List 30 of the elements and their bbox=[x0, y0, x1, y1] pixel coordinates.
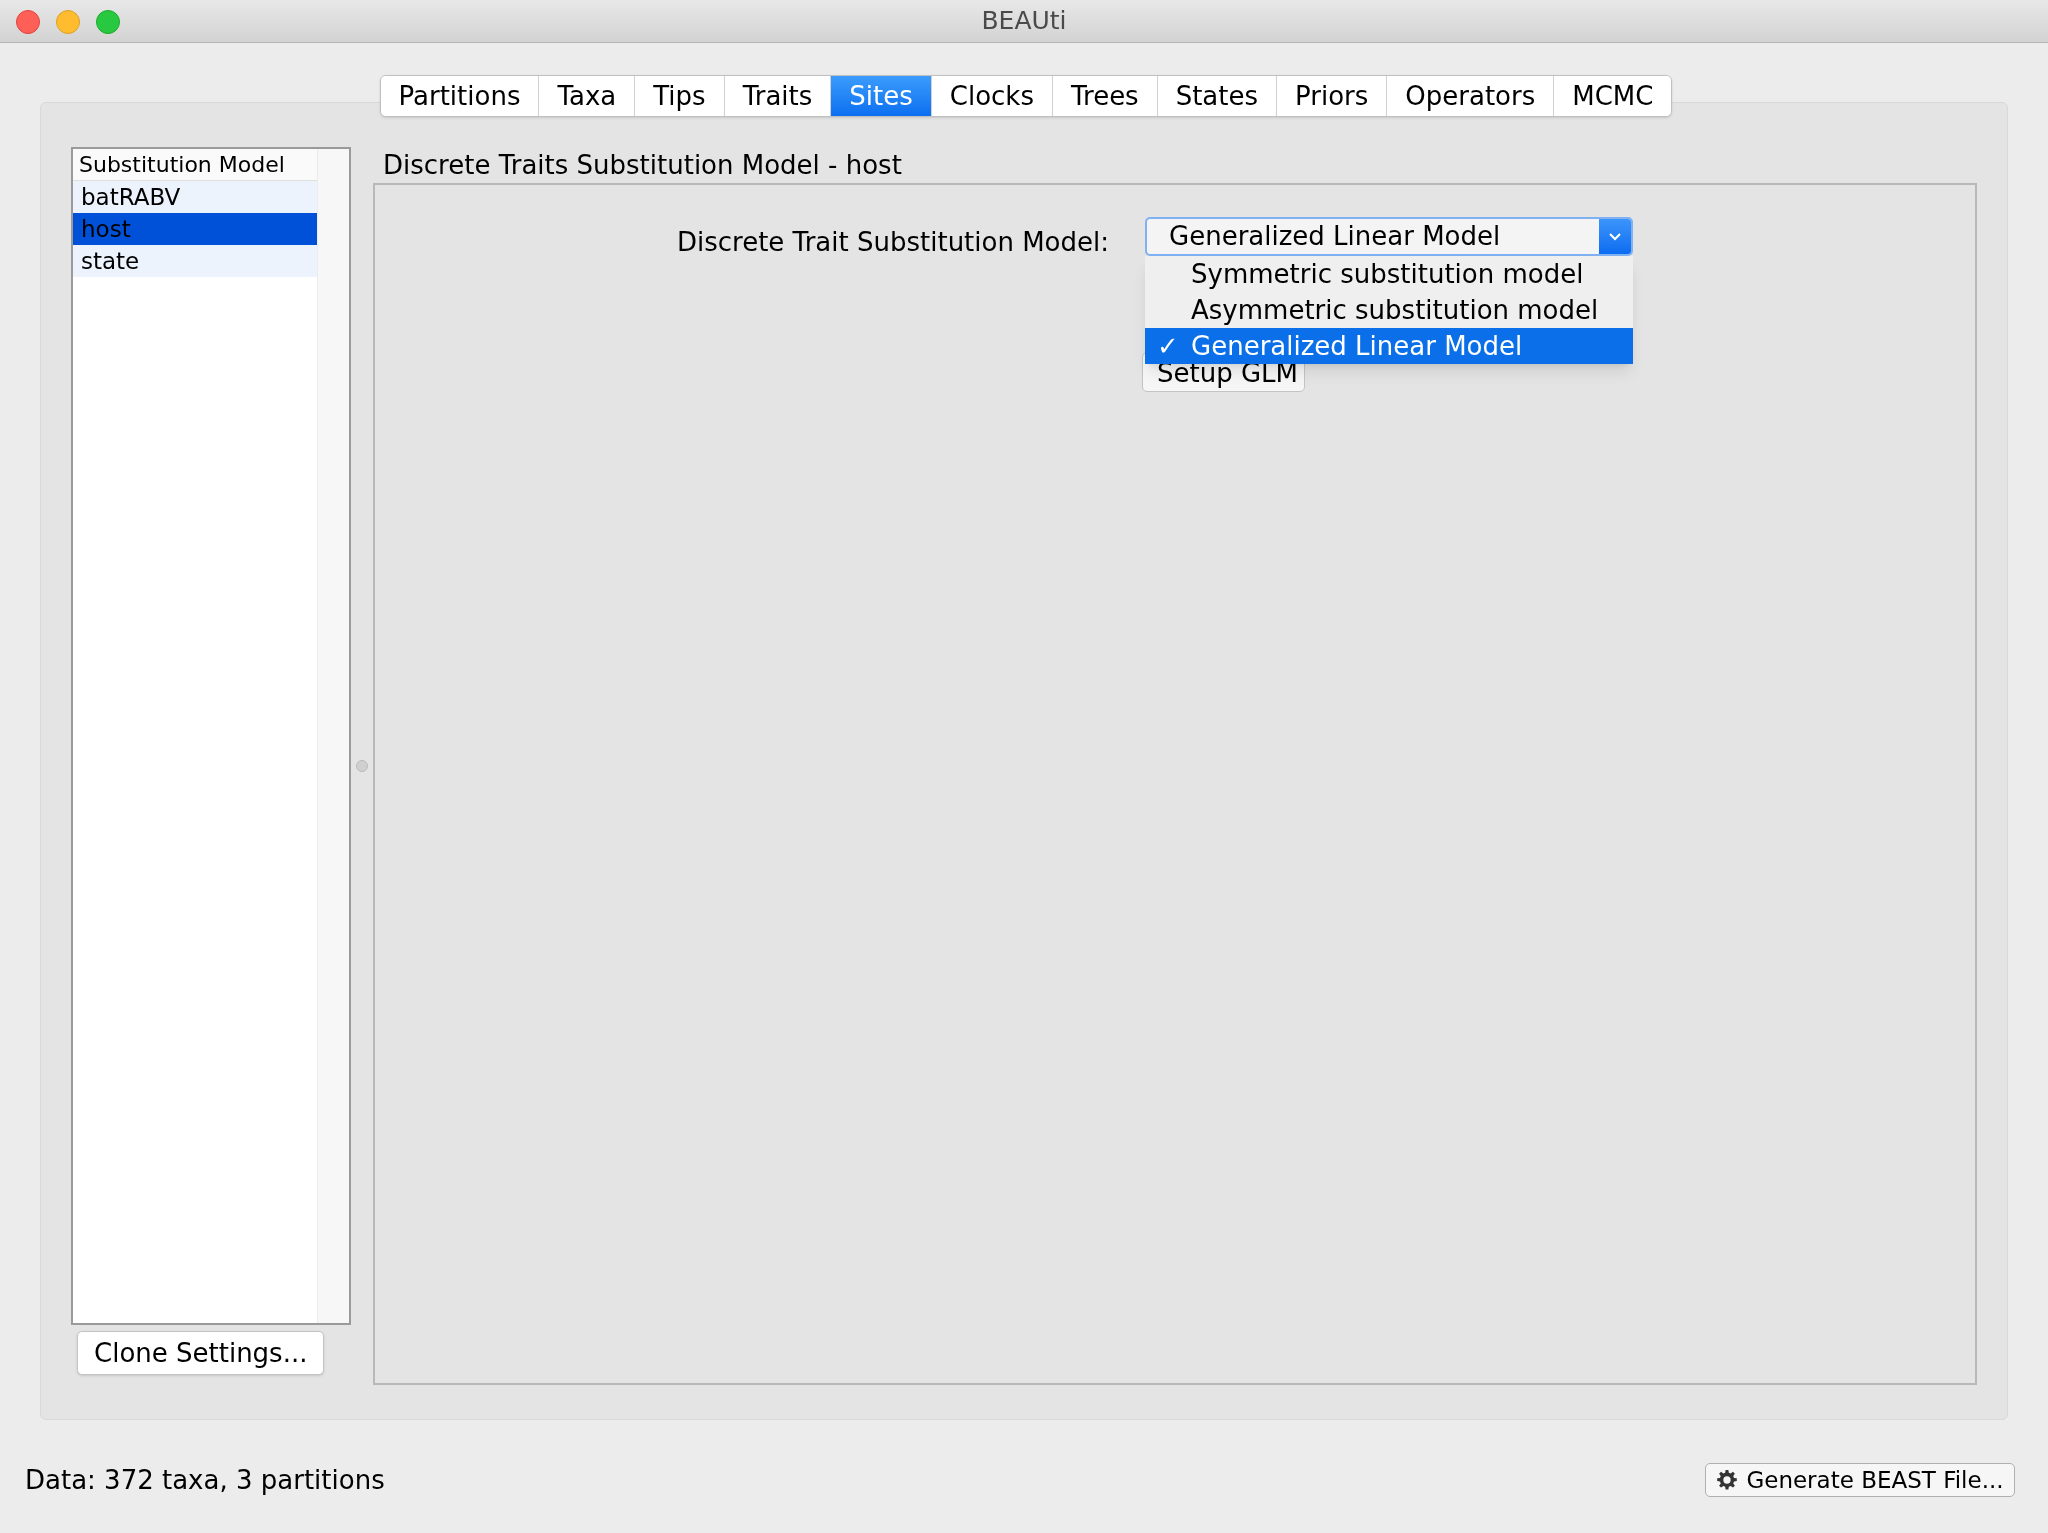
zoom-button[interactable] bbox=[96, 10, 120, 34]
tab[interactable]: MCMC bbox=[1554, 76, 1672, 116]
minimize-button[interactable] bbox=[56, 10, 80, 34]
tab[interactable]: States bbox=[1157, 76, 1278, 116]
menu-item[interactable]: Symmetric substitution model bbox=[1145, 256, 1633, 292]
model-dropdown[interactable]: Generalized Linear Model bbox=[1145, 217, 1633, 256]
tab[interactable]: Operators bbox=[1387, 76, 1555, 116]
tab[interactable]: Partitions bbox=[380, 76, 540, 116]
list-header: Substitution Model bbox=[73, 149, 317, 181]
tab[interactable]: Clocks bbox=[931, 76, 1053, 116]
panel-title: Discrete Traits Substitution Model - host bbox=[382, 149, 903, 182]
gear-icon bbox=[1716, 1469, 1739, 1491]
model-label: Discrete Trait Substitution Model: bbox=[676, 226, 1109, 259]
list-item[interactable]: state bbox=[73, 245, 317, 277]
generate-beast-file-button[interactable]: Generate BEAST File... bbox=[1705, 1463, 2015, 1497]
splitter-handle-icon[interactable] bbox=[356, 760, 368, 772]
close-button[interactable] bbox=[16, 10, 40, 34]
list-item[interactable]: batRABV bbox=[73, 181, 317, 213]
menu-item[interactable]: ✓ Generalized Linear Model bbox=[1145, 328, 1633, 364]
status-text: Data: 372 taxa, 3 partitions bbox=[25, 1463, 385, 1497]
window-title: BEAUti bbox=[981, 5, 1067, 38]
tab[interactable]: Priors bbox=[1277, 76, 1388, 116]
menu-item[interactable]: Asymmetric substitution model bbox=[1145, 292, 1633, 328]
clone-settings-button[interactable]: Clone Settings... bbox=[77, 1331, 325, 1375]
chevron-down-icon bbox=[1599, 219, 1631, 254]
tab[interactable]: Sites bbox=[831, 76, 932, 116]
tab[interactable]: Traits bbox=[724, 76, 832, 116]
tab[interactable]: Tips bbox=[635, 76, 725, 116]
tab[interactable]: Trees bbox=[1052, 76, 1158, 116]
tab[interactable]: Taxa bbox=[539, 76, 636, 116]
